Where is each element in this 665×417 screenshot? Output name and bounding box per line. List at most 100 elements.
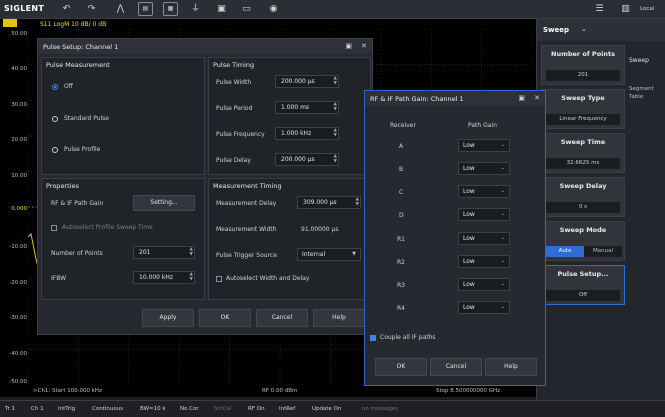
save-icon[interactable]: ▣ [214,2,229,16]
panel-header[interactable]: Sweep ⌄ [537,19,665,41]
cancel-button[interactable]: Cancel [430,358,482,376]
trigger-source-dropdown[interactable]: Internal ▼ [297,248,361,261]
radio-pulse-profile[interactable] [52,147,58,153]
spin-arrows-icon[interactable]: ▲ ▼ [334,102,337,112]
gain-value: Low [463,281,475,288]
status-channel[interactable]: Ch 1 [31,406,44,412]
close-icon[interactable]: ✕ [361,42,367,50]
measurement-delay-label: Measurement Delay [216,200,277,207]
gain-value: Low [463,165,475,172]
gain-dropdown-b[interactable]: Low ⌄ [458,162,510,175]
setting-button[interactable]: Setting... [133,195,195,211]
stop-frequency: Stop 8.500000000 GHz [436,388,501,394]
radio-standard-pulse[interactable] [52,116,58,122]
gain-dropdown-c[interactable]: Low ⌄ [458,185,510,198]
pulse-setup-button[interactable]: Pulse Setup... Off [541,265,625,305]
number-of-points-button[interactable]: Number of Points 201 [541,45,625,85]
radio-profile-label: Pulse Profile [64,146,101,153]
measure-icon[interactable]: ▦ [163,2,178,16]
status-sweep[interactable]: Continuous [92,406,123,412]
close-icon[interactable]: ✕ [534,94,540,102]
chevron-down-icon: ⌄ [500,188,505,194]
cancel-button[interactable]: Cancel [256,309,308,327]
radio-off-label: Off [64,83,73,90]
sweep-time-label: Sweep Time [560,138,606,146]
gain-dropdown-a[interactable]: Low ⌄ [458,139,510,152]
gain-dropdown-r4[interactable]: Low ⌄ [458,301,510,314]
status-update[interactable]: Update On [312,406,341,412]
y-tick: 30.00 [11,102,27,108]
pulse-setup-value: Off [546,290,620,301]
spin-arrows-icon[interactable]: ▲ ▼ [334,154,337,164]
sweep-delay-value: 0 s [546,202,620,213]
measurement-delay-field[interactable]: 309.000 µs ▲ ▼ [297,196,361,209]
sweep-type-button[interactable]: Sweep Type Linear Frequency [541,89,625,129]
receiver-label: A [399,143,404,150]
redo-icon[interactable]: ↷ [84,2,99,16]
autoselect-profile-label: Autoselect Profile Sweep Time [62,224,153,231]
spin-arrows-icon[interactable]: ▲ ▼ [190,272,193,282]
status-source-cal[interactable]: SrcCal [214,406,231,412]
sweep-delay-button[interactable]: Sweep Delay 0 s [541,177,625,217]
autoselect-width-delay-checkbox[interactable] [216,276,222,282]
sweep-type-value: Linear Frequency [546,114,620,125]
camera-icon[interactable]: ◉ [266,2,281,16]
minimize-icon[interactable]: ▣ [518,94,525,102]
minimize-icon[interactable]: ▣ [345,42,352,50]
apply-button[interactable]: Apply [142,309,194,327]
measurement-delay-value: 309.000 µs [303,199,337,206]
dialog-title-bar[interactable]: RF & IF Path Gain: Channel 1 ▣ ✕ [365,91,545,106]
sweep-time-value: 32.6625 ms [546,158,620,169]
sweep-time-button[interactable]: Sweep Time 32.6625 ms [541,133,625,173]
pulse-width-field[interactable]: 200.000 µs ▲ ▼ [275,75,339,88]
top-toolbar: SIGLENT ↶ ↷ ⋀ ▤ ▦ ⏚ ▣ ▭ ◉ ☰ ▥ Local [0,0,665,19]
status-trigger[interactable]: IntTrig [58,406,75,412]
spin-arrows-icon[interactable]: ▲ ▼ [334,76,337,86]
number-of-points-field[interactable]: 201 ▲ ▼ [133,246,195,259]
properties-section: Properties RF & IF Path Gain Setting... … [41,178,205,300]
spin-arrows-icon[interactable]: ▲ ▼ [190,247,193,257]
radio-off[interactable] [52,84,58,90]
pulse-period-value: 1.000 ms [281,104,310,111]
help-button[interactable]: Help [313,309,365,327]
ok-button[interactable]: OK [199,309,251,327]
gain-dropdown-r2[interactable]: Low ⌄ [458,255,510,268]
status-bandwidth[interactable]: BW=10 k [140,406,166,412]
undo-icon[interactable]: ↶ [59,2,74,16]
status-correction[interactable]: No Cor [180,406,199,412]
pulse-delay-field[interactable]: 200.000 µs ▲ ▼ [275,153,339,166]
dialog-title-bar[interactable]: Pulse Setup: Channel 1 ▣ ✕ [38,39,372,54]
autoselect-profile-checkbox[interactable] [51,225,57,231]
menu-icon[interactable]: ☰ [592,2,607,16]
sweep-mode-manual[interactable]: Manual [584,246,622,257]
sweep-mode-auto[interactable]: Auto [546,246,584,257]
channel-icon[interactable]: ▤ [138,2,153,16]
side-tab-segment-table[interactable]: Segment Table [629,85,663,101]
side-tab-sweep[interactable]: Sweep [629,57,649,64]
open-icon[interactable]: ▭ [239,2,254,16]
status-rf[interactable]: RF On [248,406,265,412]
pulse-frequency-field[interactable]: 1.000 kHz ▲ ▼ [275,127,339,140]
sweep-panel: Sweep ⌄ Sweep Segment Table Number of Po… [536,19,665,400]
number-of-points-label: Number of Points [51,250,103,257]
power-icon[interactable]: ⏚ [188,2,203,16]
chevron-down-icon: ⌄ [500,211,505,217]
spin-arrows-icon[interactable]: ▲ ▼ [334,128,337,138]
pulse-period-field[interactable]: 1.000 ms ▲ ▼ [275,101,339,114]
status-trace[interactable]: Tr 1 [5,406,15,412]
status-reference[interactable]: IntRef [279,406,295,412]
couple-if-paths-checkbox[interactable] [370,335,376,341]
spin-arrows-icon[interactable]: ▲ ▼ [356,197,359,207]
chevron-down-icon[interactable]: ⌄ [581,25,587,33]
help-button[interactable]: Help [485,358,537,376]
chevron-down-icon: ⌄ [500,304,505,310]
ifbw-field[interactable]: 10.000 kHz ▲ ▼ [133,271,195,284]
ok-button[interactable]: OK [375,358,427,376]
gain-dropdown-d[interactable]: Low ⌄ [458,208,510,221]
gain-dropdown-r3[interactable]: Low ⌄ [458,278,510,291]
gain-dropdown-r1[interactable]: Low ⌄ [458,232,510,245]
display-icon[interactable]: ▥ [618,2,633,16]
sweep-mode-button[interactable]: Sweep Mode Auto Manual [541,221,625,261]
chevron-down-icon: ⌄ [500,281,505,287]
marker-icon[interactable]: ⋀ [113,2,128,16]
